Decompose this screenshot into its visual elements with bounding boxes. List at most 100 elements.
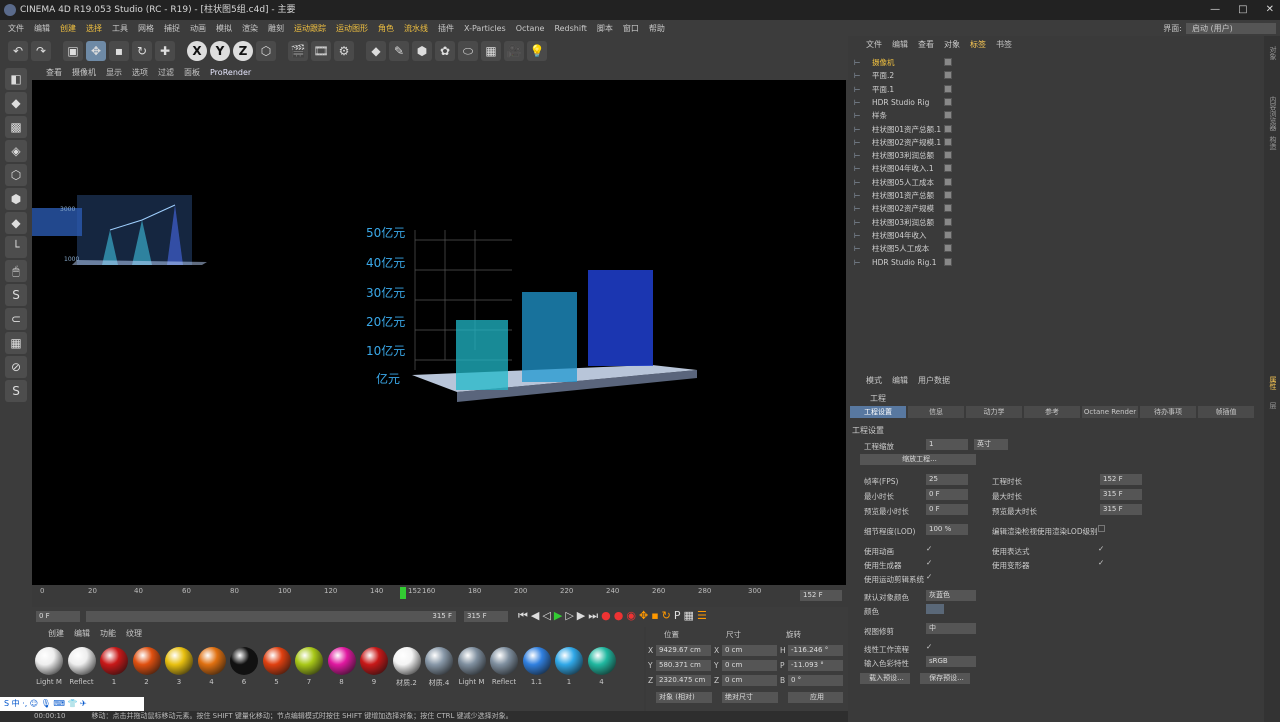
render-lod-checkbox[interactable] bbox=[1098, 525, 1105, 532]
points-mode-icon[interactable]: ⬡ bbox=[5, 164, 27, 186]
object-row[interactable]: ⊢ 柱状图03利润总额 bbox=[848, 149, 1264, 162]
menu-item-2[interactable]: 创建 bbox=[60, 23, 76, 34]
object-visibility-toggle[interactable] bbox=[944, 244, 952, 253]
object-visibility-toggle[interactable] bbox=[944, 97, 952, 106]
side-tab-content[interactable]: 内容浏览器 bbox=[1266, 96, 1278, 131]
make-editable-icon[interactable]: ◆ bbox=[5, 92, 27, 114]
scale-icon[interactable]: ▪ bbox=[109, 41, 129, 61]
menu-item-8[interactable]: 模拟 bbox=[216, 23, 232, 34]
deformer-icon[interactable]: ⬭ bbox=[458, 41, 478, 61]
view-clip-dropdown[interactable]: 中 bbox=[926, 623, 976, 634]
key-scale-icon[interactable]: ▪ bbox=[651, 609, 658, 623]
range-slider[interactable]: 315 F bbox=[86, 611, 456, 622]
timeline-icon[interactable]: ☰ bbox=[697, 609, 707, 623]
scale-project-button[interactable]: 缩放工程... bbox=[860, 454, 976, 465]
goto-end-icon[interactable]: ⏭ bbox=[588, 609, 598, 623]
move-icon[interactable]: ✥ bbox=[86, 41, 106, 61]
object-visibility-toggle[interactable] bbox=[944, 124, 952, 133]
viewport-menu-item-1[interactable]: 摄像机 bbox=[72, 66, 96, 80]
viewport-menu-item-2[interactable]: 显示 bbox=[106, 66, 122, 80]
material-swatch[interactable]: 材质.4 bbox=[424, 647, 454, 695]
menu-item-17[interactable]: Octane bbox=[516, 24, 545, 33]
object-visibility-toggle[interactable] bbox=[944, 164, 952, 173]
render-settings-icon[interactable]: ⚙ bbox=[334, 41, 354, 61]
object-visibility-toggle[interactable] bbox=[944, 257, 952, 266]
coord-system-icon[interactable]: ⬡ bbox=[256, 41, 276, 61]
object-row[interactable]: ⊢ 柱状图02资产规模.1 bbox=[848, 136, 1264, 149]
max-time-field[interactable]: 315 F bbox=[1100, 489, 1142, 500]
object-visibility-toggle[interactable] bbox=[944, 111, 952, 120]
object-menu-item-2[interactable]: 查看 bbox=[918, 36, 934, 54]
x-axis-icon[interactable]: X bbox=[187, 41, 207, 61]
obj-color-dropdown[interactable]: 灰蓝色 bbox=[926, 590, 976, 601]
fps-field[interactable]: 25 bbox=[926, 474, 968, 485]
attr-tab-2[interactable]: 动力学 bbox=[966, 406, 1022, 418]
material-swatch[interactable]: 5 bbox=[262, 647, 292, 695]
coord-mode-dropdown[interactable]: 对象 (相对) bbox=[656, 692, 712, 703]
object-row[interactable]: ⊢ 柱状图03利润总额 bbox=[848, 216, 1264, 229]
use-expr-check[interactable]: ✓ bbox=[1098, 544, 1104, 553]
load-preset-button[interactable]: 载入预设... bbox=[860, 673, 910, 684]
attr-menu-item-2[interactable]: 用户数据 bbox=[918, 372, 950, 390]
object-row[interactable]: ⊢ 平面.2 bbox=[848, 69, 1264, 82]
side-tab-layers[interactable]: 层 bbox=[1266, 402, 1278, 409]
size-z-field[interactable]: 0 cm bbox=[722, 675, 777, 686]
minimize-icon[interactable]: — bbox=[1210, 0, 1220, 20]
attr-menu-item-0[interactable]: 模式 bbox=[866, 372, 882, 390]
save-preset-button[interactable]: 保存预设... bbox=[920, 673, 970, 684]
object-visibility-toggle[interactable] bbox=[944, 191, 952, 199]
material-swatch[interactable]: 2 bbox=[132, 647, 162, 695]
object-visibility-toggle[interactable] bbox=[944, 217, 952, 226]
material-menu-item-3[interactable]: 纹理 bbox=[126, 627, 142, 641]
z-axis-icon[interactable]: Z bbox=[233, 41, 253, 61]
attr-menu-item-1[interactable]: 编辑 bbox=[892, 372, 908, 390]
material-swatch[interactable]: 8 bbox=[327, 647, 357, 695]
menu-item-12[interactable]: 运动图形 bbox=[336, 23, 368, 34]
material-swatch[interactable]: 1 bbox=[554, 647, 584, 695]
size-mode-dropdown[interactable]: 绝对尺寸 bbox=[722, 692, 778, 703]
workplane-icon[interactable]: ◈ bbox=[5, 140, 27, 162]
menu-item-15[interactable]: 插件 bbox=[438, 23, 454, 34]
object-menu-item-5[interactable]: 书签 bbox=[996, 36, 1012, 54]
side-tab-structure[interactable]: 构造 bbox=[1266, 136, 1278, 150]
menu-item-0[interactable]: 文件 bbox=[8, 23, 24, 34]
cube-icon[interactable]: ◆ bbox=[366, 41, 386, 61]
use-gen-check[interactable]: ✓ bbox=[926, 558, 932, 567]
size-y-field[interactable]: 0 cm bbox=[722, 660, 777, 671]
menu-item-4[interactable]: 工具 bbox=[112, 23, 128, 34]
material-swatch[interactable]: Reflect bbox=[67, 647, 97, 695]
edges-mode-icon[interactable]: ⬢ bbox=[5, 188, 27, 210]
menu-item-7[interactable]: 动画 bbox=[190, 23, 206, 34]
menu-item-16[interactable]: X-Particles bbox=[464, 24, 506, 33]
close-icon[interactable]: ✕ bbox=[1266, 0, 1274, 20]
goto-start-icon[interactable]: ⏮ bbox=[518, 609, 528, 623]
keyframe-icon[interactable]: ◉ bbox=[626, 609, 636, 623]
render-view-icon[interactable]: 🎬 bbox=[288, 41, 308, 61]
material-swatch[interactable]: 1 bbox=[99, 647, 129, 695]
rotate-icon[interactable]: ↻ bbox=[132, 41, 152, 61]
menu-item-5[interactable]: 网格 bbox=[138, 23, 154, 34]
sketch-icon[interactable]: S bbox=[5, 380, 27, 402]
object-visibility-toggle[interactable] bbox=[944, 204, 952, 213]
viewport[interactable]: 50亿元 40亿元 30亿元 20亿元 10亿元 亿元 3000 1000 bbox=[32, 80, 846, 585]
menu-item-13[interactable]: 角色 bbox=[378, 23, 394, 34]
preview-max-field[interactable]: 315 F bbox=[1100, 504, 1142, 515]
object-row[interactable]: ⊢ 柱状图01资产总额 bbox=[848, 189, 1264, 202]
object-row[interactable]: ⊢ 样条 bbox=[848, 109, 1264, 122]
timeline[interactable]: 152 F 0 20 40 60 80 100 120 140 152 160 180 200 220 2… bbox=[32, 585, 846, 607]
material-swatch[interactable]: 3 bbox=[164, 647, 194, 695]
attr-tab-6[interactable]: 帧插值 bbox=[1198, 406, 1254, 418]
maximize-icon[interactable]: □ bbox=[1238, 0, 1247, 20]
object-visibility-toggle[interactable] bbox=[944, 151, 952, 160]
rot-p-field[interactable]: -11.093 ° bbox=[788, 660, 843, 671]
polygons-mode-icon[interactable]: ◆ bbox=[5, 212, 27, 234]
play-icon[interactable]: ▶ bbox=[554, 609, 562, 623]
duration-field[interactable]: 152 F bbox=[1100, 474, 1142, 485]
record-icon[interactable]: ● bbox=[601, 609, 611, 623]
floor-icon[interactable]: ▦ bbox=[481, 41, 501, 61]
material-menu-item-2[interactable]: 功能 bbox=[100, 627, 116, 641]
use-anim-check[interactable]: ✓ bbox=[926, 544, 932, 553]
prev-key-icon[interactable]: ◀ bbox=[531, 609, 539, 623]
create-icon[interactable]: ✚ bbox=[155, 41, 175, 61]
tweak-mode-icon[interactable]: 🖱 bbox=[5, 260, 27, 282]
